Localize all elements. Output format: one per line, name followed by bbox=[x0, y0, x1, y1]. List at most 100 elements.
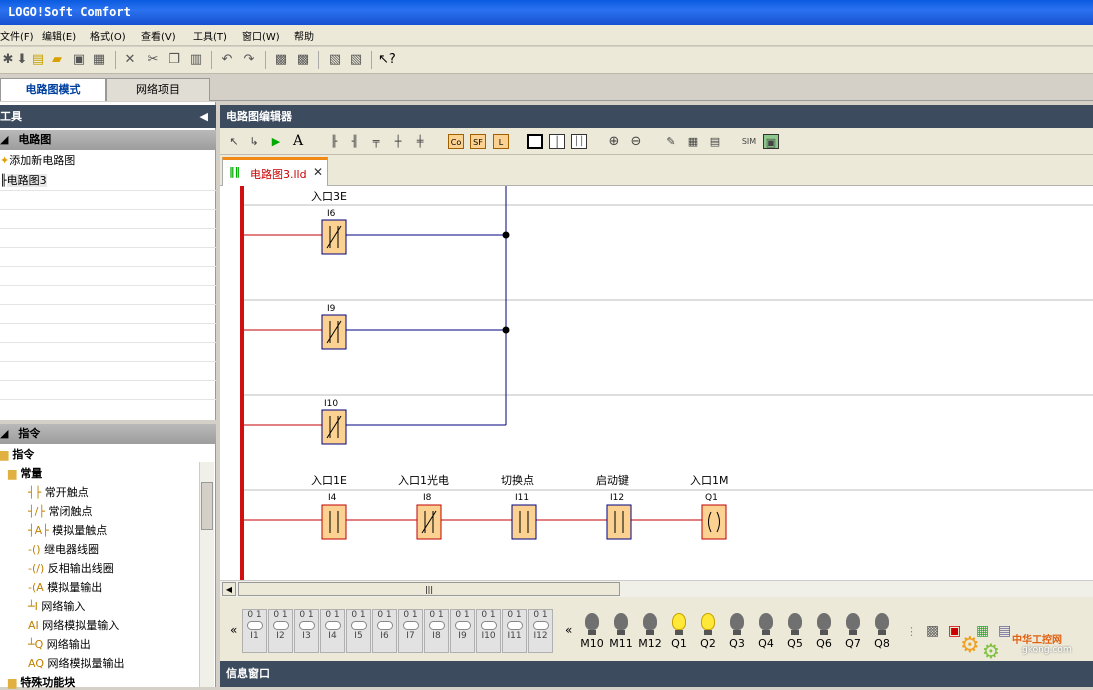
switch-I7[interactable]: 0 1 I7 bbox=[398, 609, 423, 653]
switch-I4[interactable]: 0 1 I4 bbox=[320, 609, 345, 653]
connect-tool-icon[interactable]: ↳ bbox=[246, 134, 262, 149]
scrollbar-thumb[interactable]: ||| bbox=[238, 582, 620, 596]
context-help-icon[interactable]: ↖? bbox=[378, 52, 396, 68]
tab-circuit-mode[interactable]: 电路图模式 bbox=[0, 78, 106, 101]
instr-nc-contact[interactable]: ┤/├ 常闭触点 bbox=[28, 503, 92, 519]
tools-section-header[interactable]: ◢ 电路图 bbox=[0, 130, 216, 150]
collapse-inputs-icon[interactable]: « bbox=[230, 623, 237, 637]
sf-block-icon[interactable]: SF bbox=[470, 134, 486, 149]
menu-edit[interactable]: 编辑(E) bbox=[42, 28, 76, 43]
tree-folder-constants[interactable]: ▆ 常量 bbox=[8, 465, 42, 481]
cut-icon[interactable]: ✂ bbox=[145, 52, 161, 68]
parameter-icon[interactable]: ▤ bbox=[707, 134, 723, 149]
switch-I9[interactable]: 0 1 I9 bbox=[450, 609, 475, 653]
switch-I12[interactable]: 0 1 I12 bbox=[528, 609, 553, 653]
menu-file[interactable]: 文件(F) bbox=[0, 28, 34, 43]
menu-format[interactable]: 格式(O) bbox=[90, 28, 126, 43]
copy-icon[interactable]: ❐ bbox=[166, 52, 182, 68]
instr-network-input[interactable]: ┴I 网络输入 bbox=[28, 598, 85, 614]
switch-I6[interactable]: 0 1 I6 bbox=[372, 609, 397, 653]
align-left-icon[interactable]: ╟ bbox=[326, 134, 342, 149]
text-tool-icon[interactable]: A bbox=[290, 134, 306, 149]
simulation-icon[interactable]: SIM bbox=[741, 134, 757, 149]
instr-network-analog-output[interactable]: AQ 网络模拟量输出 bbox=[28, 655, 125, 671]
constant-tool-icon[interactable]: ▶ bbox=[268, 134, 284, 149]
undo-icon[interactable]: ↶ bbox=[219, 52, 235, 68]
align-top-icon[interactable]: ╤ bbox=[368, 134, 384, 149]
paste-icon[interactable]: ▥ bbox=[188, 52, 204, 68]
tree-root-instructions[interactable]: ▆ 指令 bbox=[0, 446, 34, 462]
erase-icon[interactable]: ✎ bbox=[663, 134, 679, 149]
instructions-header[interactable]: ◢ 指令 bbox=[0, 424, 216, 444]
split-view-icon[interactable]: │ bbox=[549, 134, 565, 149]
menu-help[interactable]: 帮助 bbox=[294, 28, 314, 43]
switch-I11[interactable]: 0 1 I11 bbox=[502, 609, 527, 653]
switch-I8[interactable]: 0 1 I8 bbox=[424, 609, 449, 653]
close-tab-icon[interactable]: ✕ bbox=[313, 165, 323, 179]
ladder-canvas[interactable]: 入口3E I6 I9 I10 入口1E I4 入口1光电 I8 切换点 I11 … bbox=[220, 186, 1093, 580]
switch-I2[interactable]: 0 1 I2 bbox=[268, 609, 293, 653]
tree-item-add-circuit[interactable]: ✦添加新电路图 bbox=[0, 152, 75, 168]
download-icon[interactable]: ⬇ bbox=[14, 52, 30, 68]
switch-I3[interactable]: 0 1 I3 bbox=[294, 609, 319, 653]
single-view-icon[interactable] bbox=[527, 134, 543, 149]
coil-Q1[interactable] bbox=[701, 504, 727, 540]
instructions-scrollbar[interactable] bbox=[199, 462, 214, 687]
window2-icon[interactable]: ▧ bbox=[348, 52, 364, 68]
new-file-icon[interactable]: ▤ bbox=[30, 52, 46, 68]
redo-icon[interactable]: ↷ bbox=[241, 52, 257, 68]
print-icon[interactable]: ▦ bbox=[91, 52, 107, 68]
instr-inverted-coil[interactable]: -(/) 反相输出线圈 bbox=[28, 560, 114, 576]
nc-contact-I10[interactable] bbox=[321, 409, 347, 445]
collapse-outputs-icon[interactable]: « bbox=[565, 623, 572, 637]
l-block-icon[interactable]: L bbox=[493, 134, 509, 149]
instr-network-output[interactable]: ┴Q 网络输出 bbox=[28, 636, 91, 652]
save-icon[interactable]: ▣ bbox=[71, 52, 87, 68]
toggle-icon bbox=[402, 621, 419, 630]
pc-to-logo-icon[interactable]: ▩ bbox=[273, 52, 289, 68]
switch-I5[interactable]: 0 1 I5 bbox=[346, 609, 371, 653]
no-contact-I12[interactable] bbox=[606, 504, 632, 540]
nc-contact-I8[interactable] bbox=[416, 504, 442, 540]
window-icon[interactable]: ▧ bbox=[327, 52, 343, 68]
tab-network-project[interactable]: 网络项目 bbox=[106, 78, 210, 101]
horizontal-scrollbar[interactable]: ◀ ||| bbox=[220, 580, 1093, 597]
zoom-in-icon[interactable]: ⊕ bbox=[606, 134, 622, 149]
switch-I10[interactable]: 0 1 I10 bbox=[476, 609, 501, 653]
analog-panel-icon[interactable]: ▩ bbox=[926, 623, 939, 639]
switch-I1[interactable]: 0 1 I1 bbox=[242, 609, 267, 653]
nc-contact-I6[interactable] bbox=[321, 219, 347, 255]
collapse-arrow-icon[interactable]: ◀ bbox=[200, 105, 208, 128]
tree-item-circuit3[interactable]: ╟电路图3 bbox=[0, 172, 47, 188]
zoom-out-icon[interactable]: ⊖ bbox=[628, 134, 644, 149]
delete-icon[interactable]: ✕ bbox=[122, 52, 138, 68]
co-block-icon[interactable]: Co bbox=[448, 134, 464, 149]
align-middle-icon[interactable]: ╪ bbox=[412, 134, 428, 149]
instr-label: 反相输出线圈 bbox=[47, 562, 114, 575]
instr-analog-output[interactable]: -(A 模拟量输出 bbox=[28, 579, 102, 595]
tree-folder-special-functions[interactable]: ▆ 特殊功能块 bbox=[8, 674, 75, 690]
instr-analog-contact[interactable]: ┤A├ 模拟量触点 bbox=[28, 522, 107, 538]
nc-contact-I9[interactable] bbox=[321, 314, 347, 350]
info-window-bar[interactable]: 信息窗口 bbox=[220, 661, 1093, 687]
instr-relay-coil[interactable]: -() 继电器线圈 bbox=[28, 541, 99, 557]
align-right-icon[interactable]: ╢ bbox=[347, 134, 363, 149]
document-tab[interactable]: ‖‖ 电路图3.lld ✕ bbox=[222, 157, 328, 186]
triple-view-icon[interactable]: ││ bbox=[571, 134, 587, 149]
menu-tools[interactable]: 工具(T) bbox=[193, 28, 227, 43]
instr-no-contact[interactable]: ┤├ 常开触点 bbox=[28, 484, 89, 500]
no-contact-I4[interactable] bbox=[321, 504, 347, 540]
scroll-left-icon[interactable]: ◀ bbox=[222, 582, 236, 596]
open-folder-icon[interactable]: ▰ bbox=[49, 52, 65, 68]
menu-view[interactable]: 查看(V) bbox=[141, 28, 176, 43]
switch-label: I11 bbox=[507, 631, 522, 641]
logo-to-pc-icon[interactable]: ▩ bbox=[295, 52, 311, 68]
align-center-icon[interactable]: ┼ bbox=[390, 134, 406, 149]
grid-icon[interactable]: ▦ bbox=[685, 134, 701, 149]
menu-window[interactable]: 窗口(W) bbox=[242, 28, 280, 43]
instr-network-analog-input[interactable]: AI 网络模拟量输入 bbox=[28, 617, 119, 633]
scrollbar-thumb[interactable] bbox=[201, 482, 213, 530]
select-tool-icon[interactable]: ↖ bbox=[226, 134, 242, 149]
online-test-icon[interactable]: ▣ bbox=[763, 134, 779, 149]
no-contact-I11[interactable] bbox=[511, 504, 537, 540]
